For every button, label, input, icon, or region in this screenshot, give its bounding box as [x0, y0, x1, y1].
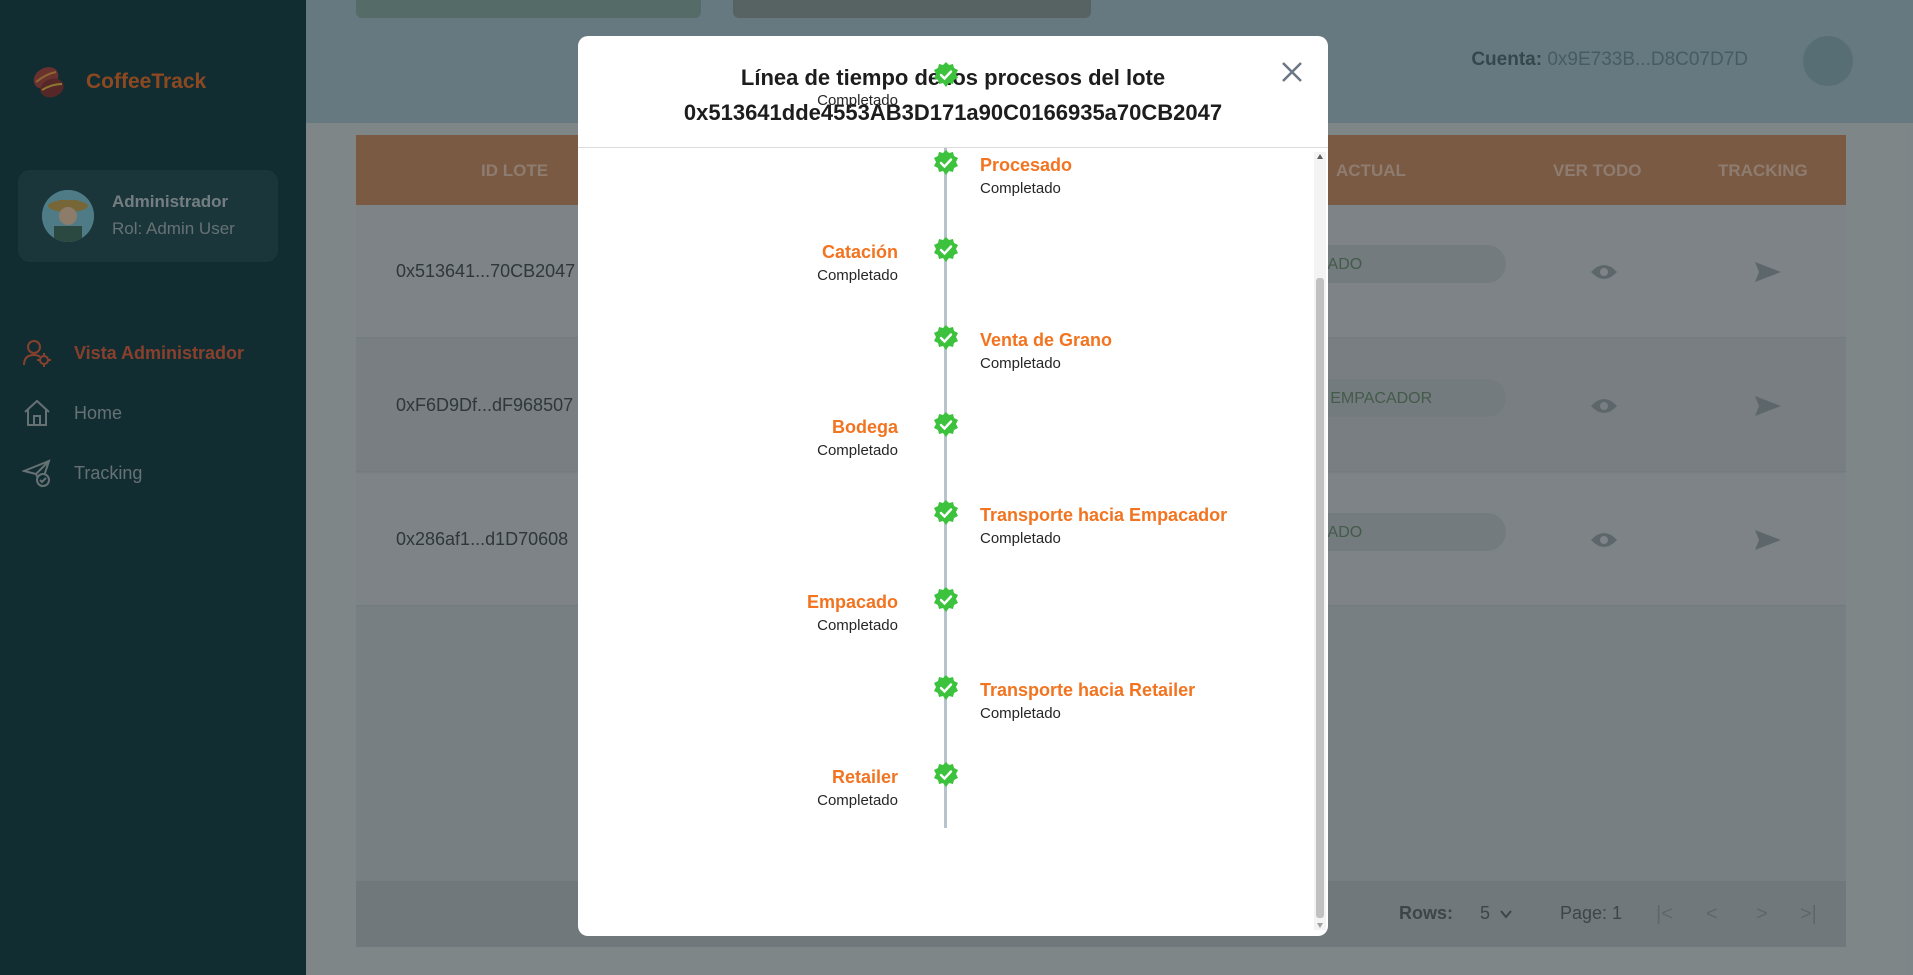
scroll-down-arrow[interactable] [1317, 923, 1323, 928]
timeline-body[interactable]: Completado Procesado Completado Catación Com… [578, 62, 1328, 936]
event-name: Catación [821, 242, 898, 262]
timeline-event: Transporte hacia Retailer Completado [578, 674, 1298, 734]
event-status: Completado [817, 92, 898, 109]
check-badge-icon [934, 412, 958, 437]
check-badge-icon [934, 62, 958, 87]
timeline-event: Transporte hacia Empacador Completado [578, 499, 1298, 559]
event-name: Procesado [980, 154, 1073, 175]
event-name: Transporte hacia Retailer [980, 679, 1196, 700]
timeline-event: Venta de Grano Completado [578, 324, 1298, 384]
check-badge-icon [934, 587, 958, 612]
check-badge-icon [934, 324, 958, 350]
check-badge-icon [934, 237, 958, 262]
timeline-event: Retailer Completado [578, 761, 1298, 821]
event-status: Completado [817, 617, 898, 634]
event-name: Empacado [806, 592, 898, 612]
scrollbar[interactable] [1314, 152, 1326, 930]
timeline-event: Procesado Completado [578, 149, 1298, 209]
timeline-event: Completado [578, 61, 1298, 121]
event-status: Completado [817, 267, 898, 284]
scroll-thumb[interactable] [1316, 278, 1324, 918]
check-badge-icon [934, 499, 958, 525]
check-badge-icon [934, 674, 958, 700]
event-status: Completado [980, 529, 1061, 547]
timeline-event: Catación Completado [578, 236, 1298, 296]
check-badge-icon [934, 762, 958, 787]
timeline-modal: Línea de tiempo de los procesos del lote… [578, 36, 1328, 936]
event-status: Completado [817, 442, 898, 459]
event-name: Venta de Grano [980, 329, 1113, 350]
event-name: Bodega [831, 417, 898, 437]
event-name: Retailer [831, 767, 898, 787]
timeline-event: Empacado Completado [578, 586, 1298, 646]
scroll-up-arrow[interactable] [1317, 154, 1323, 159]
event-status: Completado [817, 792, 898, 809]
timeline-event: Bodega Completado [578, 411, 1298, 471]
event-status: Completado [980, 704, 1061, 722]
event-status: Completado [980, 354, 1061, 372]
check-badge-icon [934, 149, 958, 175]
event-status: Completado [980, 179, 1061, 197]
event-name: Transporte hacia Empacador [980, 504, 1228, 525]
